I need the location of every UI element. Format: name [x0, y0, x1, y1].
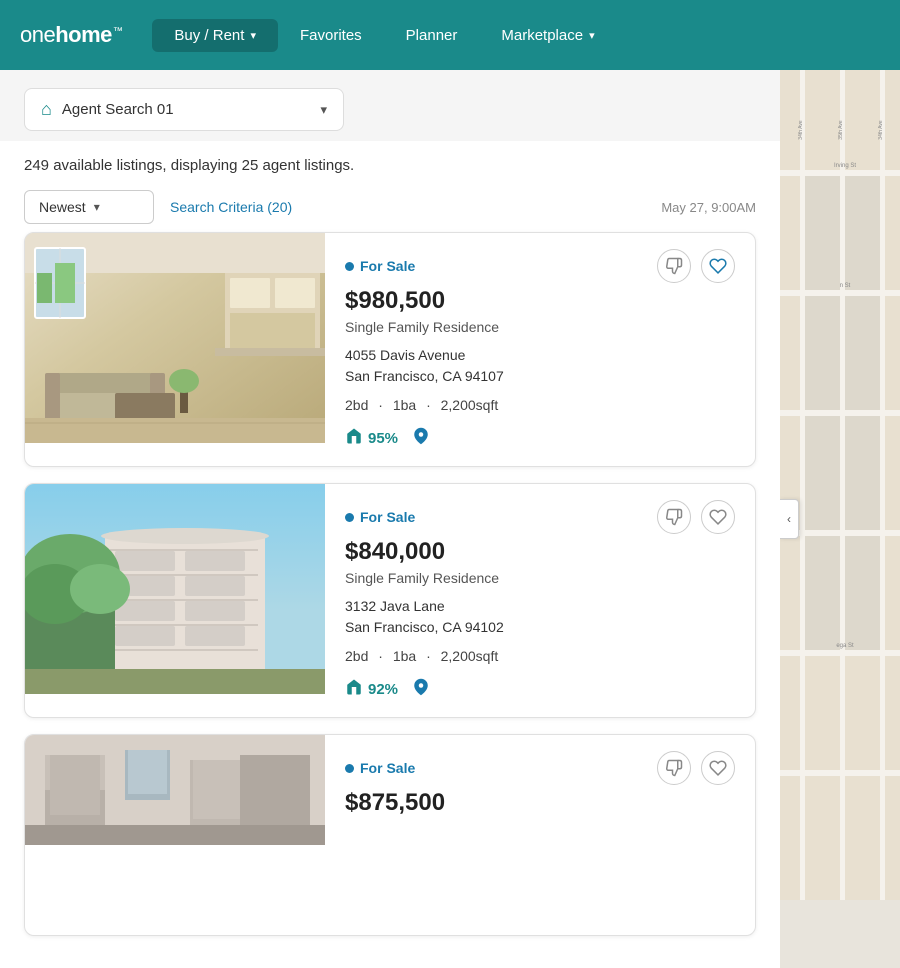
- favorite-button-3[interactable]: [701, 751, 735, 785]
- match-score-1: 95%: [345, 427, 398, 450]
- search-label: Agent Search 01: [62, 101, 311, 118]
- listing-footer-2: 92%: [345, 678, 735, 701]
- listing-details-1: For Sale: [325, 233, 755, 466]
- listings-summary: 249 available listings, displaying 25 ag…: [24, 157, 756, 174]
- status-dot-3: [345, 764, 354, 773]
- property-photo-1: [25, 233, 325, 443]
- map-panel: ‹ Irving St n St: [780, 70, 900, 968]
- search-chevron-icon: ▾: [320, 102, 327, 118]
- listing-image-2[interactable]: [25, 484, 325, 717]
- listing-footer-1: 95%: [345, 427, 735, 450]
- logo-light: one: [20, 22, 55, 47]
- listing-card: For Sale: [24, 232, 756, 467]
- logo-bold: home: [55, 22, 112, 47]
- map-pin-icon-2[interactable]: [412, 678, 430, 701]
- svg-text:34th Ave: 34th Ave: [798, 120, 804, 140]
- listing-actions-2: [657, 500, 735, 534]
- main-container: ⌂ Agent Search 01 ▾ 249 available listin…: [0, 70, 900, 968]
- listing-details-2: For Sale: [325, 484, 755, 717]
- listing-card-2: For Sale: [24, 483, 756, 718]
- listing-type-2: Single Family Residence: [345, 570, 735, 586]
- property-photo-2: [25, 484, 325, 694]
- timestamp: May 27, 9:00AM: [661, 200, 756, 215]
- nav-buy-rent[interactable]: Buy / Rent ▾: [152, 19, 278, 52]
- listing-image-1[interactable]: [25, 233, 325, 466]
- favorite-button-2[interactable]: [701, 500, 735, 534]
- listing-address-1: 4055 Davis Avenue San Francisco, CA 9410…: [345, 345, 735, 387]
- sort-label: Newest: [39, 199, 86, 215]
- dislike-button-2[interactable]: [657, 500, 691, 534]
- house-icon-1: [345, 427, 363, 450]
- left-panel: ⌂ Agent Search 01 ▾ 249 available listin…: [0, 70, 780, 968]
- listing-image-3[interactable]: [25, 735, 325, 935]
- listing-specs-2: 2bd · 1ba · 2,200sqft: [345, 648, 735, 664]
- map-pin-icon-1[interactable]: [412, 427, 430, 450]
- sort-dropdown[interactable]: Newest ▾: [24, 190, 154, 224]
- listing-status-1: For Sale: [345, 258, 415, 274]
- app-header: onehome™ Buy / Rent ▾ Favorites Planner …: [0, 0, 900, 70]
- buy-rent-chevron-icon: ▾: [250, 29, 256, 42]
- listing-status-row-3: For Sale: [345, 751, 735, 785]
- listing-actions-3: [657, 751, 735, 785]
- dislike-button-3[interactable]: [657, 751, 691, 785]
- listing-status-row-1: For Sale: [345, 249, 735, 283]
- map-svg: Irving St n St ega St 34th Ave 35th Ave …: [780, 70, 900, 900]
- listings-controls: Newest ▾ Search Criteria (20) May 27, 9:…: [24, 190, 756, 224]
- property-photo-3: [25, 735, 325, 845]
- svg-text:34th Ave: 34th Ave: [878, 120, 884, 140]
- nav-favorites[interactable]: Favorites: [278, 19, 384, 52]
- svg-text:35th Ave: 35th Ave: [838, 120, 844, 140]
- listing-details-3: For Sale: [325, 735, 755, 935]
- listing-address-2: 3132 Java Lane San Francisco, CA 94102: [345, 596, 735, 638]
- listing-specs-1: 2bd · 1ba · 2,200sqft: [345, 397, 735, 413]
- svg-text:Irving St: Irving St: [834, 163, 856, 169]
- match-score-2: 92%: [345, 678, 398, 701]
- listing-status-3: For Sale: [345, 760, 415, 776]
- marketplace-chevron-icon: ▾: [589, 29, 595, 42]
- listings-area: 249 available listings, displaying 25 ag…: [0, 141, 780, 968]
- search-bar-area: ⌂ Agent Search 01 ▾: [0, 70, 780, 141]
- listing-price-1: $980,500: [345, 287, 735, 315]
- home-icon: ⌂: [41, 99, 52, 120]
- status-dot-2: [345, 513, 354, 522]
- main-nav: Buy / Rent ▾ Favorites Planner Marketpla…: [152, 19, 880, 52]
- nav-planner[interactable]: Planner: [384, 19, 480, 52]
- dislike-button-1[interactable]: [657, 249, 691, 283]
- nav-marketplace[interactable]: Marketplace ▾: [479, 19, 616, 52]
- listing-price-2: $840,000: [345, 538, 735, 566]
- listing-status-2: For Sale: [345, 509, 415, 525]
- status-dot-1: [345, 262, 354, 271]
- listing-price-3: $875,500: [345, 789, 735, 817]
- sort-chevron-icon: ▾: [94, 200, 100, 214]
- app-logo[interactable]: onehome™: [20, 22, 122, 48]
- listing-type-1: Single Family Residence: [345, 319, 735, 335]
- favorite-button-1[interactable]: [701, 249, 735, 283]
- svg-text:n St: n St: [840, 283, 851, 289]
- listing-card-3: For Sale: [24, 734, 756, 936]
- listing-status-row-2: For Sale: [345, 500, 735, 534]
- map-toggle-button[interactable]: ‹: [780, 499, 799, 539]
- listing-actions-1: [657, 249, 735, 283]
- svg-text:ega St: ega St: [836, 643, 854, 649]
- house-icon-2: [345, 678, 363, 701]
- agent-search-dropdown[interactable]: ⌂ Agent Search 01 ▾: [24, 88, 344, 131]
- search-criteria-link[interactable]: Search Criteria (20): [170, 199, 292, 215]
